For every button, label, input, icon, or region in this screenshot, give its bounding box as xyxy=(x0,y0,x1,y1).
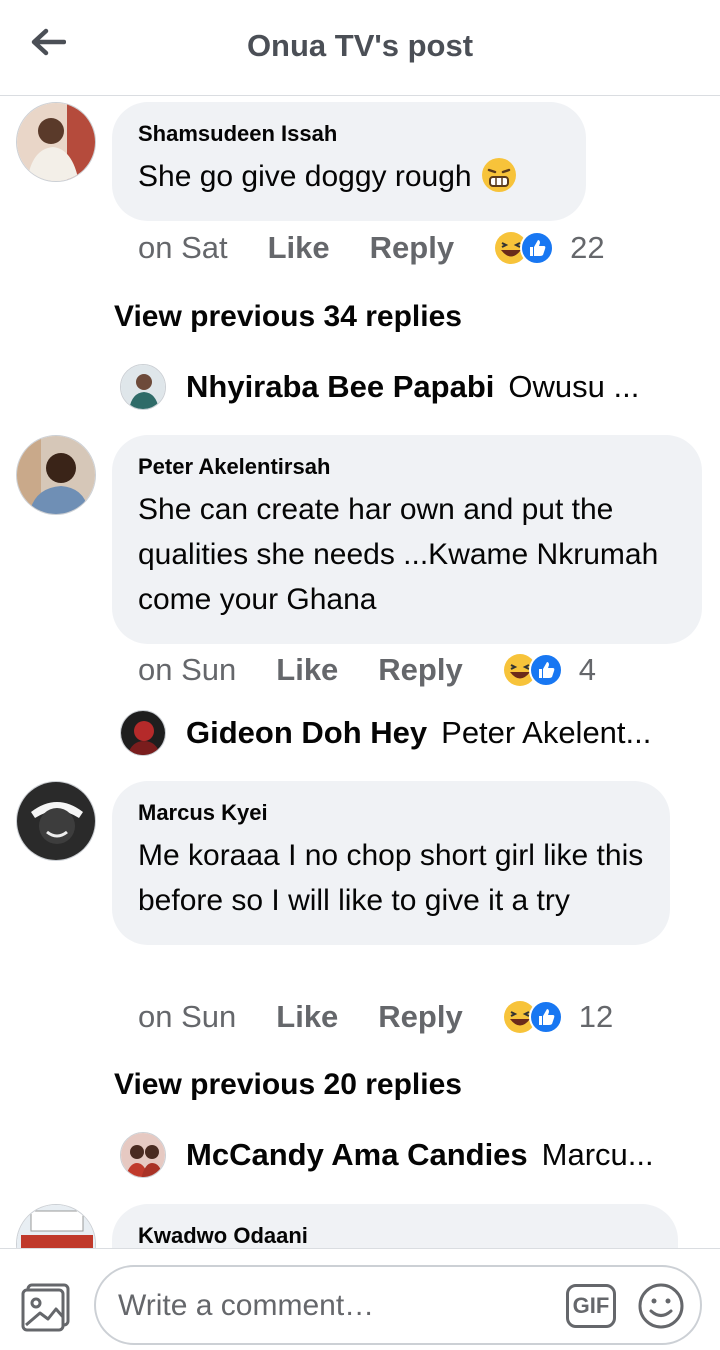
avatar xyxy=(120,1132,166,1178)
avatar xyxy=(120,710,166,756)
emoji-button[interactable] xyxy=(636,1281,686,1331)
comment-timestamp[interactable]: on Sun xyxy=(138,999,236,1035)
photo-icon xyxy=(21,1283,70,1332)
view-previous-replies[interactable]: View previous 20 replies xyxy=(114,1068,462,1102)
reply-text: Peter Akelent... xyxy=(441,715,652,750)
avatar[interactable] xyxy=(16,781,96,861)
reaction-count[interactable]: 22 xyxy=(570,230,604,266)
like-button[interactable]: Like xyxy=(268,230,330,266)
gif-button[interactable]: GIF xyxy=(566,1284,616,1328)
comment-input-box[interactable]: GIF xyxy=(94,1265,702,1345)
reply-preview[interactable]: Nhyiraba Bee Papabi Owusu ... xyxy=(120,362,639,412)
like-button[interactable]: Like xyxy=(276,652,338,688)
page-title: Onua TV's post xyxy=(246,28,474,63)
reply-author[interactable]: McCandy Ama Candies xyxy=(186,1137,528,1173)
comment-text: She go give doggy rough xyxy=(138,154,560,199)
comment-bubble[interactable]: Kwadwo Odaani xyxy=(112,1204,678,1248)
like-button[interactable]: Like xyxy=(276,999,338,1035)
comment-author[interactable]: Kwadwo Odaani xyxy=(138,1222,652,1248)
avatar[interactable] xyxy=(16,102,96,182)
reply-text: Owusu ... xyxy=(508,369,640,404)
comment-text: Me koraaa I no chop short girl like this… xyxy=(138,839,644,917)
add-photo-button[interactable] xyxy=(20,1281,72,1333)
reply-button[interactable]: Reply xyxy=(370,230,454,266)
top-bar: Onua TV's post xyxy=(0,0,720,96)
comment-author[interactable]: Marcus Kyei xyxy=(138,799,644,827)
emoji-icon xyxy=(638,1283,684,1329)
comment-actions: on Sun Like Reply 4 xyxy=(138,647,596,693)
comment-bubble[interactable]: Marcus Kyei Me koraaa I no chop short gi… xyxy=(112,781,670,945)
comment-bubble[interactable]: Shamsudeen Issah She go give doggy rough xyxy=(112,102,586,221)
comment-actions: on Sat Like Reply 22 xyxy=(138,225,605,271)
reactions-summary[interactable] xyxy=(503,653,563,687)
reactions-summary[interactable] xyxy=(494,231,555,265)
reaction-count[interactable]: 4 xyxy=(579,652,596,688)
like-reaction-icon xyxy=(528,653,563,687)
avatar[interactable] xyxy=(16,435,96,515)
comment-bubble[interactable]: Peter Akelentirsah She can create har ow… xyxy=(112,435,702,644)
reaction-count[interactable]: 12 xyxy=(579,999,613,1035)
reply-preview[interactable]: Gideon Doh Hey Peter Akelent... xyxy=(120,708,651,758)
view-previous-replies[interactable]: View previous 34 replies xyxy=(114,300,462,334)
avatar xyxy=(120,364,166,410)
comment-author[interactable]: Peter Akelentirsah xyxy=(138,453,676,481)
comments-list[interactable]: Shamsudeen Issah She go give doggy rough… xyxy=(0,96,720,1248)
like-reaction-icon xyxy=(528,1000,563,1034)
grimace-emoji-icon xyxy=(481,158,516,192)
reply-button[interactable]: Reply xyxy=(378,999,462,1035)
reply-author[interactable]: Nhyiraba Bee Papabi xyxy=(186,369,494,405)
comment-author[interactable]: Shamsudeen Issah xyxy=(138,120,560,148)
comment-timestamp[interactable]: on Sun xyxy=(138,652,236,688)
reply-button[interactable]: Reply xyxy=(378,652,462,688)
like-reaction-icon xyxy=(520,231,555,265)
comment-text: She can create har own and put the quali… xyxy=(138,493,659,616)
avatar[interactable] xyxy=(16,1204,96,1248)
comment-actions: on Sun Like Reply 12 xyxy=(138,994,613,1040)
reply-text: Marcu... xyxy=(541,1137,654,1172)
comment-timestamp[interactable]: on Sat xyxy=(138,230,228,266)
comment-input[interactable] xyxy=(118,1279,548,1333)
reactions-summary[interactable] xyxy=(503,1000,563,1034)
comment-composer: GIF xyxy=(0,1248,720,1350)
reply-preview[interactable]: McCandy Ama Candies Marcu... xyxy=(120,1130,654,1180)
reply-author[interactable]: Gideon Doh Hey xyxy=(186,715,427,751)
